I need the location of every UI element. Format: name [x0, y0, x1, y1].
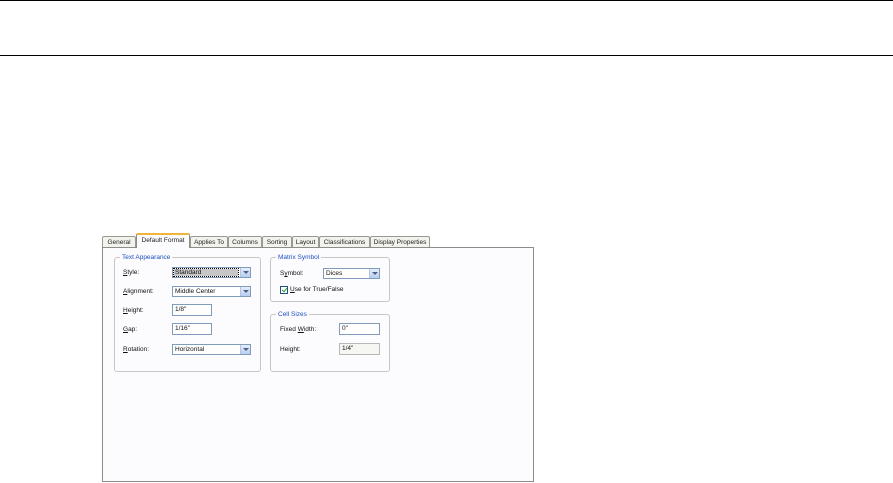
gap-label: Gap:	[123, 326, 138, 333]
fixed-width-label: Fixed Width:	[280, 326, 317, 333]
height-input[interactable]: 1/8"	[172, 304, 212, 316]
tab-layout[interactable]: Layout	[292, 236, 319, 247]
gap-input[interactable]: 1/16"	[172, 323, 212, 335]
chevron-down-icon[interactable]	[369, 269, 379, 278]
text-appearance-title: Text Appearance	[120, 253, 173, 262]
matrix-symbol-title: Matrix Symbol	[276, 253, 322, 262]
top-rule	[0, 0, 893, 1]
cell-sizes-group: Cell Sizes Fixed Width: 0" Height: 1/4"	[270, 310, 390, 372]
cell-sizes-title: Cell Sizes	[276, 310, 309, 319]
use-true-false-label[interactable]: Use for True/False	[290, 285, 343, 294]
tab-default-format[interactable]: Default Format	[136, 233, 190, 248]
text-appearance-group: Text Appearance Style: Standard Alignmen…	[114, 253, 261, 372]
tab-general[interactable]: General	[102, 236, 136, 247]
style-properties-dialog: General Default Format Applies To Column…	[102, 233, 534, 482]
chevron-down-icon[interactable]	[240, 287, 250, 296]
chevron-down-icon[interactable]	[240, 345, 250, 354]
tab-display-properties[interactable]: Display Properties	[370, 236, 430, 247]
style-combo[interactable]: Standard	[172, 267, 251, 278]
tab-columns[interactable]: Columns	[228, 236, 262, 247]
cell-height-label: Height:	[280, 346, 301, 353]
style-label: Style:	[123, 269, 140, 276]
alignment-value: Middle Center	[175, 288, 216, 295]
fixed-width-input[interactable]: 0"	[339, 323, 380, 335]
chevron-down-icon[interactable]	[240, 268, 250, 277]
tab-sorting[interactable]: Sorting	[262, 236, 292, 247]
alignment-combo[interactable]: Middle Center	[172, 286, 251, 297]
height-label: Height:	[123, 307, 144, 314]
rotation-value: Horizontal	[175, 346, 205, 353]
use-true-false-checkbox[interactable]	[280, 286, 288, 294]
tab-applies-to[interactable]: Applies To	[190, 236, 228, 247]
cell-height-input[interactable]: 1/4"	[339, 343, 380, 355]
symbol-value: Dices	[326, 270, 343, 277]
tab-classifications[interactable]: Classifications	[319, 236, 370, 247]
style-value: Standard	[173, 268, 239, 277]
rotation-combo[interactable]: Horizontal	[172, 344, 251, 355]
tab-strip: General Default Format Applies To Column…	[102, 233, 534, 248]
symbol-combo[interactable]: Dices	[323, 268, 380, 279]
symbol-label: Symbol:	[280, 270, 304, 277]
default-format-panel: Text Appearance Style: Standard Alignmen…	[102, 247, 534, 482]
alignment-label: Alignment:	[123, 288, 154, 295]
matrix-symbol-group: Matrix Symbol Symbol: Dices Use for True…	[270, 253, 390, 302]
rotation-label: Rotation:	[123, 346, 150, 353]
header-rule	[0, 55, 893, 56]
